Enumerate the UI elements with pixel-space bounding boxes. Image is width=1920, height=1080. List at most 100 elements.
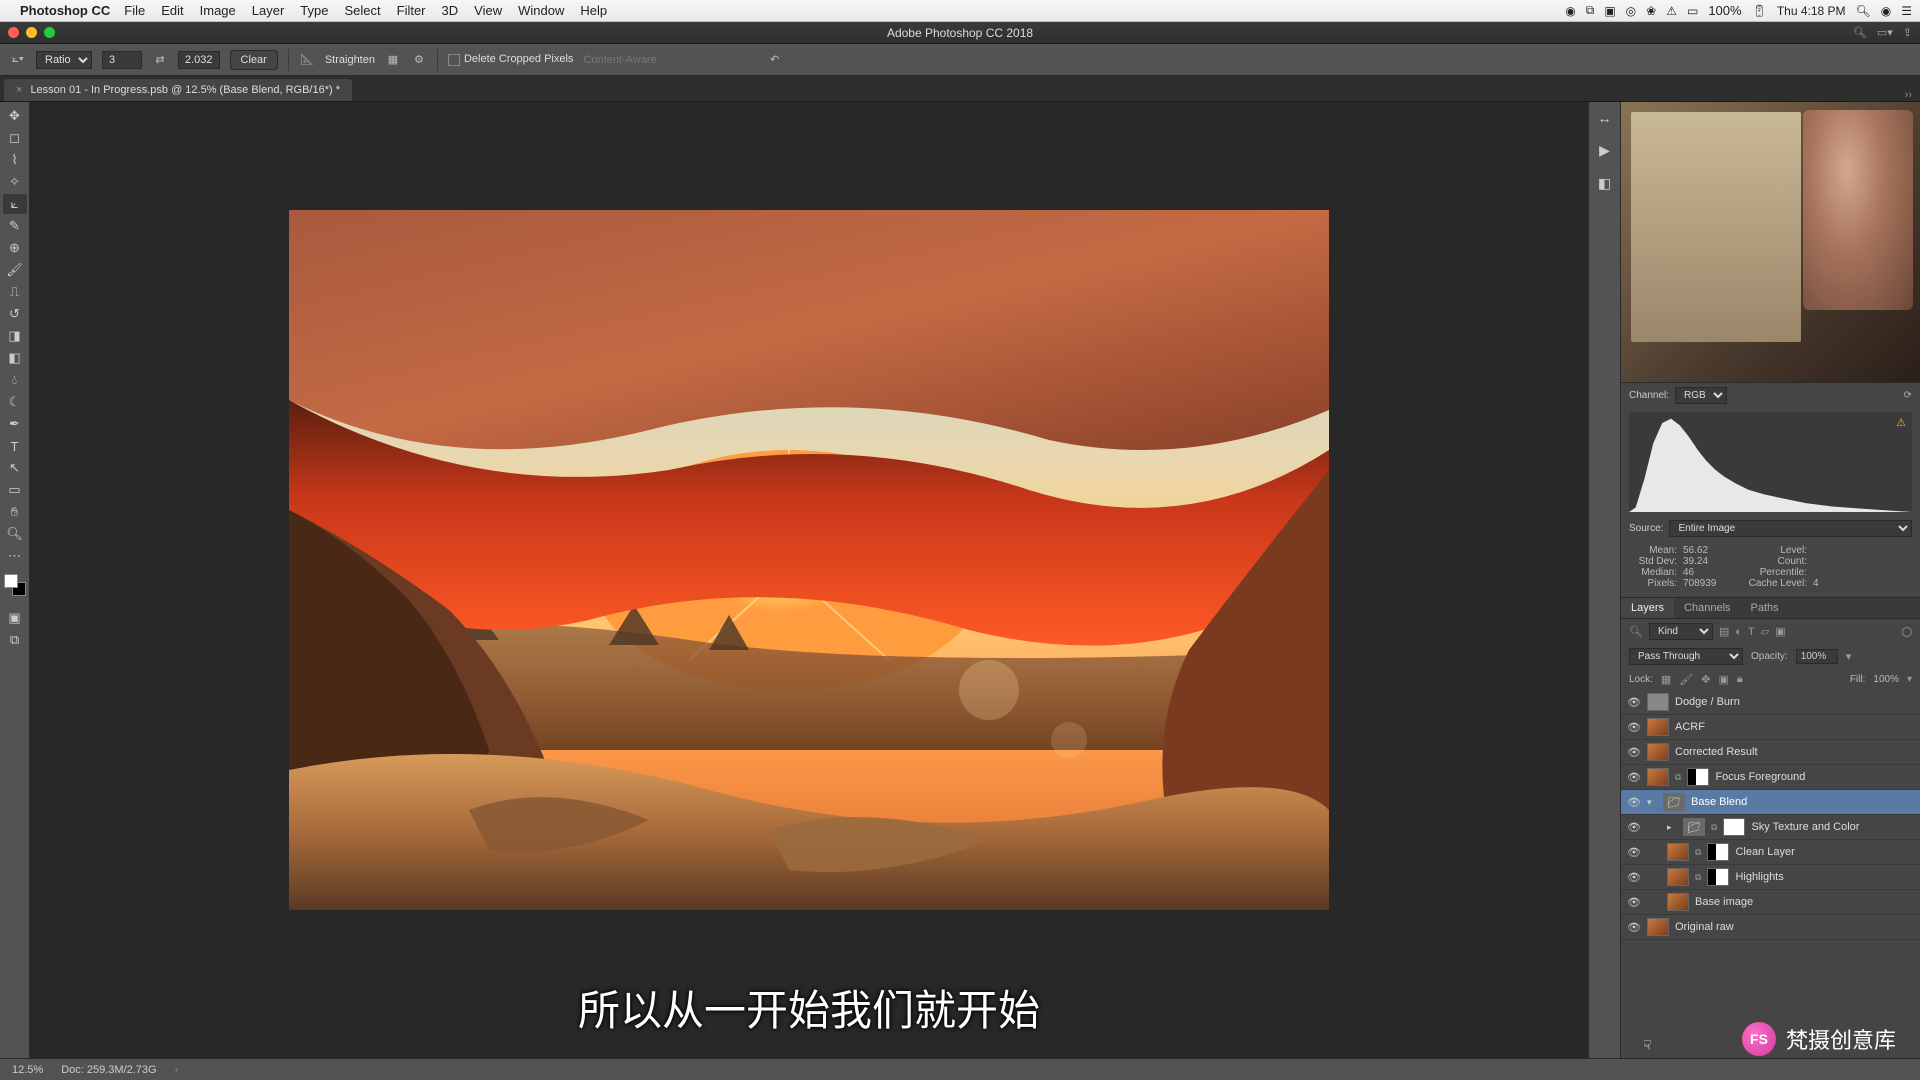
siri-icon[interactable]: ◉	[1881, 4, 1891, 18]
move-tool[interactable]: ✥	[3, 106, 27, 126]
layer-row[interactable]: 👁Dodge / Burn	[1621, 690, 1920, 715]
layer-mask[interactable]	[1707, 843, 1729, 861]
link-icon[interactable]: ⧉	[1695, 847, 1701, 858]
menu-edit[interactable]: Edit	[161, 3, 183, 18]
menu-window[interactable]: Window	[518, 3, 564, 18]
layer-name[interactable]: ACRF	[1675, 721, 1705, 733]
pen-tool[interactable]: ✒	[3, 414, 27, 434]
menu-layer[interactable]: Layer	[252, 3, 285, 18]
menu-view[interactable]: View	[474, 3, 502, 18]
history-panel-icon[interactable]: ↔	[1598, 110, 1612, 126]
tab-channels[interactable]: Channels	[1674, 598, 1740, 618]
dodge-tool[interactable]: ☾	[3, 392, 27, 412]
straighten-label[interactable]: Straighten	[325, 54, 375, 66]
straighten-icon[interactable]: 📐︎	[299, 52, 315, 68]
layer-name[interactable]: Focus Foreground	[1715, 771, 1805, 783]
layer-visibility-icon[interactable]: 👁	[1627, 871, 1641, 884]
brush-tool[interactable]: 🖌︎	[3, 260, 27, 280]
overlay-icon[interactable]: ▦	[385, 52, 401, 68]
layer-name[interactable]: Sky Texture and Color	[1751, 821, 1859, 833]
ratio-h-input[interactable]: 2.032	[178, 51, 220, 69]
history-brush-tool[interactable]: ↺	[3, 304, 27, 324]
minimize-window-button[interactable]	[26, 27, 37, 38]
layer-name[interactable]: Highlights	[1735, 871, 1783, 883]
type-tool[interactable]: T	[3, 436, 27, 456]
lock-nest-icon[interactable]: ▣	[1719, 673, 1729, 686]
layers-list[interactable]: 👁Dodge / Burn👁ACRF👁Corrected Result👁⧉Foc…	[1621, 690, 1920, 1058]
clock[interactable]: Thu 4:18 PM	[1777, 4, 1846, 18]
path-tool[interactable]: ↖	[3, 458, 27, 478]
notif-icon[interactable]: ☰	[1901, 4, 1912, 18]
menu-file[interactable]: File	[124, 3, 145, 18]
link-icon[interactable]: ⧉	[1695, 872, 1701, 883]
opacity-value[interactable]: 100%	[1796, 649, 1838, 664]
close-window-button[interactable]	[8, 27, 19, 38]
share-icon[interactable]: ⇪	[1903, 26, 1912, 39]
color-swatches[interactable]	[4, 574, 26, 596]
dropbox-icon[interactable]: ⧉	[1586, 3, 1595, 18]
folder-arrow-icon[interactable]: ▸	[1667, 822, 1677, 833]
source-select[interactable]: Entire Image	[1669, 520, 1912, 537]
rectangle-tool[interactable]: ▭	[3, 480, 27, 500]
eyedropper-tool[interactable]: ✎	[3, 216, 27, 236]
quickmask-tool[interactable]: ▣	[3, 608, 27, 628]
lock-paint-icon[interactable]: 🖌︎	[1679, 673, 1693, 686]
crop-tool[interactable]: ⟀	[3, 194, 27, 214]
menu-select[interactable]: Select	[344, 3, 380, 18]
layer-row[interactable]: 👁Corrected Result	[1621, 740, 1920, 765]
document-tab[interactable]: × Lesson 01 - In Progress.psb @ 12.5% (B…	[4, 79, 352, 101]
channel-select[interactable]: RGB	[1675, 387, 1727, 404]
layer-visibility-icon[interactable]: 👁	[1627, 896, 1641, 909]
layer-mask[interactable]	[1723, 818, 1745, 836]
layer-name[interactable]: Base Blend	[1691, 796, 1747, 808]
layer-row[interactable]: 👁Base image	[1621, 890, 1920, 915]
magic-wand-tool[interactable]: ✧	[3, 172, 27, 192]
layer-name[interactable]: Clean Layer	[1735, 846, 1794, 858]
delete-cropped-checkbox[interactable]	[448, 54, 460, 66]
layer-mask[interactable]	[1687, 768, 1709, 786]
histogram-graph[interactable]: ⚠	[1629, 412, 1912, 512]
tab-paths[interactable]: Paths	[1741, 598, 1789, 618]
lasso-tool[interactable]: ⌇	[3, 150, 27, 170]
crop-tool-icon[interactable]: ⟀▾	[10, 52, 26, 68]
layer-name[interactable]: Original raw	[1675, 921, 1734, 933]
marquee-tool[interactable]: ◻	[3, 128, 27, 148]
ratio-w-input[interactable]: 3	[102, 51, 142, 69]
sync-icon[interactable]: ◎	[1626, 4, 1636, 18]
filter-shape-icon[interactable]: ▱	[1761, 625, 1769, 638]
menu-3d[interactable]: 3D	[442, 3, 459, 18]
gear-icon[interactable]: ⚙	[411, 52, 427, 68]
swap-icon[interactable]: ⇄	[152, 52, 168, 68]
link-icon[interactable]: ⧉	[1675, 772, 1681, 783]
record-icon[interactable]: ◉	[1565, 4, 1575, 18]
status-doc[interactable]: Doc: 259.3M/2.73G	[61, 1064, 156, 1076]
properties-panel-icon[interactable]: ◧	[1598, 175, 1611, 192]
layer-visibility-icon[interactable]: 👁	[1627, 821, 1641, 834]
layer-visibility-icon[interactable]: 👁	[1627, 746, 1641, 759]
layer-visibility-icon[interactable]: 👁	[1627, 796, 1641, 809]
reset-icon[interactable]: ↶	[767, 52, 783, 68]
layer-visibility-icon[interactable]: 👁	[1627, 846, 1641, 859]
battery-icon[interactable]: 🔋︎	[1752, 4, 1767, 18]
collapse-panels-icon[interactable]: ››	[1905, 89, 1912, 101]
blend-mode-select[interactable]: Pass Through	[1629, 648, 1743, 665]
sync2-icon[interactable]: ❀	[1646, 4, 1656, 18]
layer-row[interactable]: 👁▸📁︎⧉Sky Texture and Color	[1621, 815, 1920, 840]
menu-filter[interactable]: Filter	[397, 3, 426, 18]
healing-tool[interactable]: ⊕	[3, 238, 27, 258]
app-name[interactable]: Photoshop CC	[20, 3, 110, 18]
menu-image[interactable]: Image	[200, 3, 236, 18]
actions-panel-icon[interactable]: ▶	[1599, 142, 1610, 159]
lock-trans-icon[interactable]: ▦	[1661, 673, 1671, 686]
screenmode-tool[interactable]: ⧉	[3, 630, 27, 650]
fill-value[interactable]: 100%	[1873, 674, 1899, 685]
lock-pos-icon[interactable]: ✥	[1701, 673, 1710, 686]
layer-row[interactable]: 👁⧉Focus Foreground	[1621, 765, 1920, 790]
histogram-warning-icon[interactable]: ⚠	[1896, 416, 1906, 429]
histogram-refresh-icon[interactable]: ⟳	[1904, 390, 1912, 401]
display-icon[interactable]: ▭	[1687, 4, 1698, 18]
status-zoom[interactable]: 12.5%	[12, 1064, 43, 1076]
layer-row[interactable]: 👁Original raw	[1621, 915, 1920, 940]
menu-type[interactable]: Type	[300, 3, 328, 18]
spotlight-icon[interactable]: 🔍︎	[1856, 4, 1871, 18]
